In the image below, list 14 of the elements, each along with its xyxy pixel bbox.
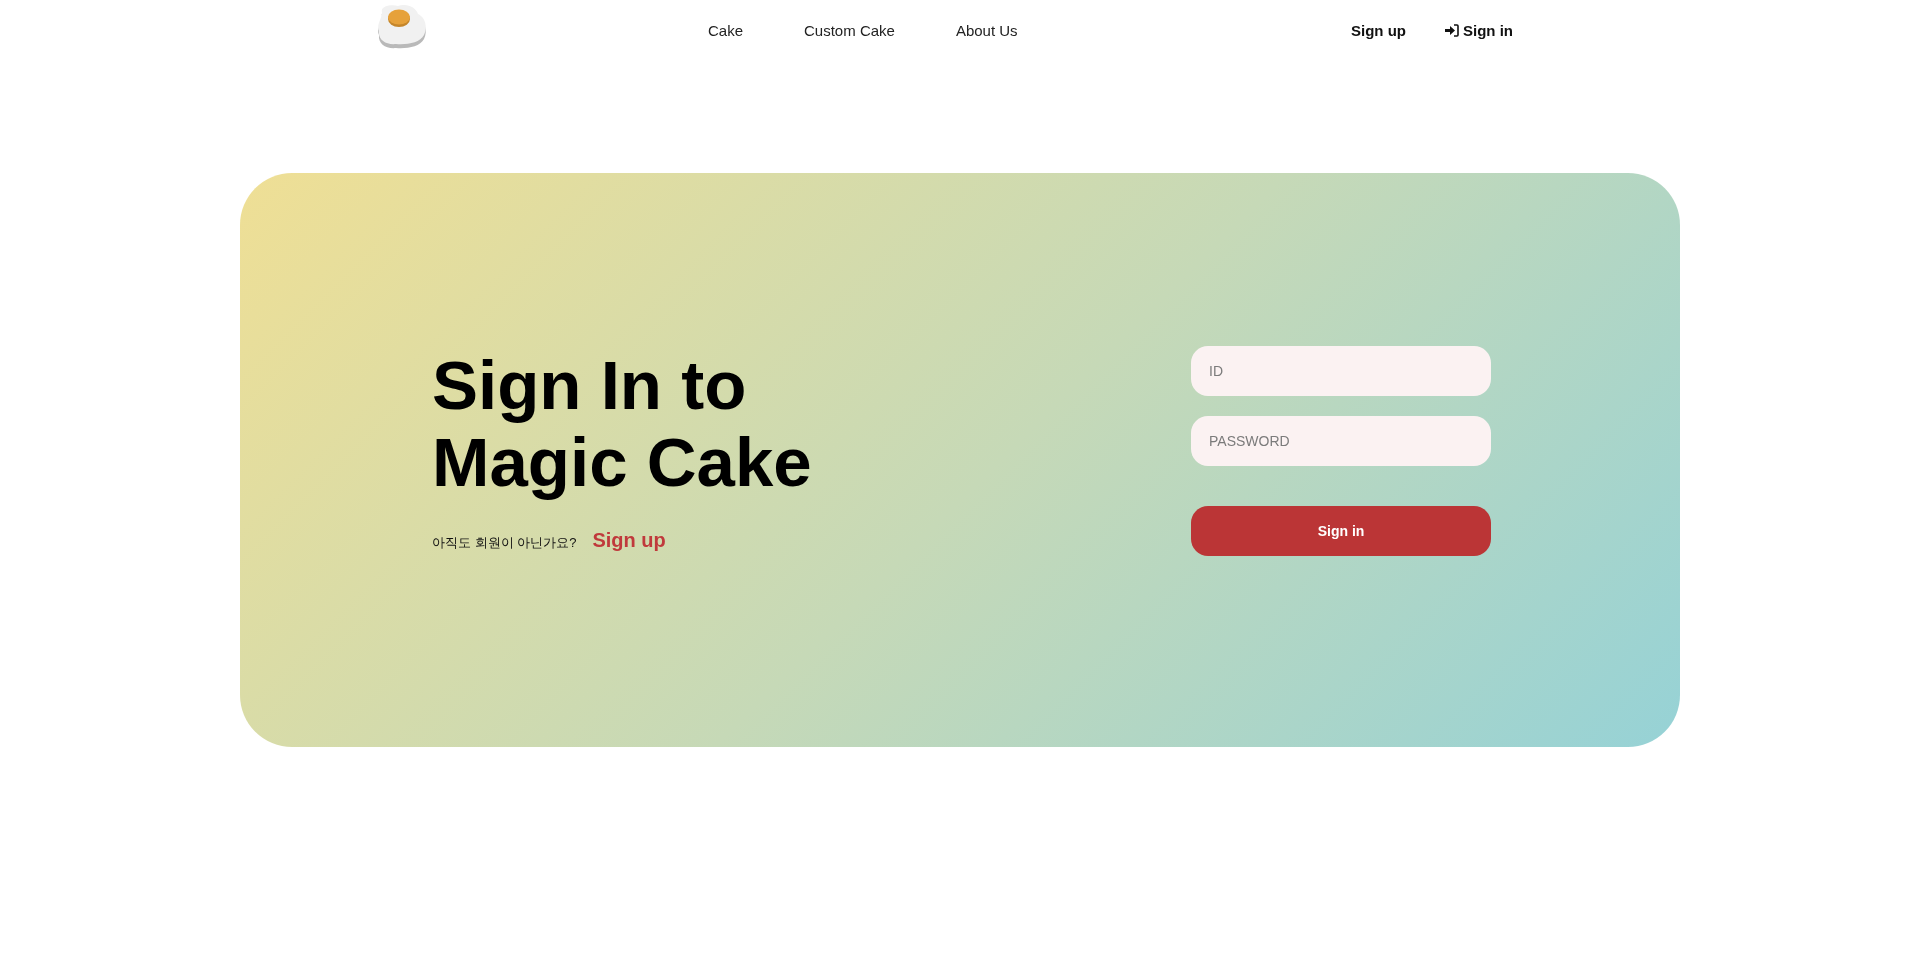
nav-link[interactable]: Custom Cake [804, 21, 895, 39]
fried-egg-icon [376, 5, 428, 49]
nav-link[interactable]: About Us [955, 21, 1018, 39]
input-field[interactable]: PASSWORD [1191, 416, 1491, 466]
input-field[interactable]: ID [1191, 346, 1491, 396]
home-logo-link[interactable] [376, 5, 428, 49]
nav-link[interactable]: Cake [708, 21, 744, 39]
page-title: Sign In to Magic Cake [432, 346, 813, 501]
sign-up-link[interactable]: Sign up [592, 528, 666, 552]
sign-up-link[interactable]: Sign up [1351, 21, 1406, 39]
enter-arrow-icon [1445, 23, 1459, 37]
sign-in-button[interactable]: Sign in [1191, 506, 1491, 556]
sign-in-link[interactable]: Sign in [1445, 21, 1513, 39]
signup-prompt-text: 아직도 회원이 아닌가요? [432, 533, 577, 552]
